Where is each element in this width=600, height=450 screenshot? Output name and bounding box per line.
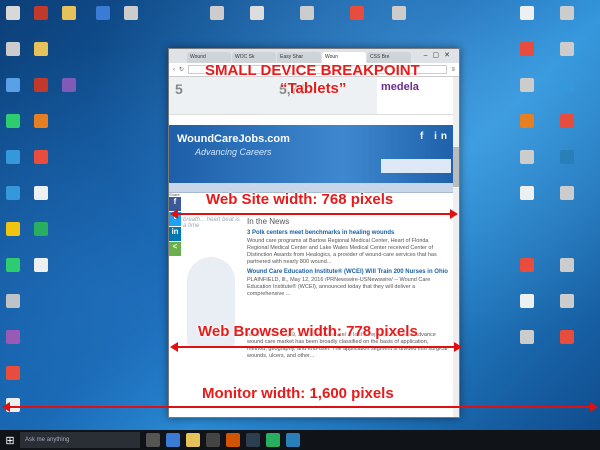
desktop-icon[interactable]: [210, 6, 224, 20]
desktop-icon[interactable]: [6, 294, 20, 308]
news-item-title[interactable]: Wound Care Education Institute® (WCEI) W…: [247, 269, 449, 275]
monitor-width-arrow: [2, 402, 598, 412]
desktop-icon[interactable]: [6, 114, 20, 128]
desktop-icon[interactable]: [392, 6, 406, 20]
desktop-icon[interactable]: [520, 294, 534, 308]
social-icons[interactable]: f in: [420, 131, 451, 142]
breakpoint-subtitle: “Tablets”: [280, 80, 347, 97]
desktop-icon[interactable]: [124, 6, 138, 20]
page-scrollbar[interactable]: [453, 77, 459, 417]
browser-width-arrow: [170, 342, 462, 352]
stat-value: 5: [175, 81, 183, 97]
scrollbar-thumb[interactable]: [453, 147, 459, 187]
news-item-title[interactable]: 3 Polk centers meet benchmarks in healin…: [247, 230, 449, 236]
desktop-icon[interactable]: [34, 150, 48, 164]
monitor-width-label: Monitor width: 1,600 pixels: [202, 385, 394, 402]
desktop-icon[interactable]: [34, 258, 48, 272]
menu-icon[interactable]: ≡: [451, 67, 455, 73]
refresh-icon[interactable]: ↻: [179, 66, 184, 73]
desktop-icon[interactable]: [6, 42, 20, 56]
desktop-icon[interactable]: [560, 150, 574, 164]
desktop-icon[interactable]: [34, 222, 48, 236]
site-banner: WoundCareJobs.com Advancing Careers f in: [169, 125, 459, 183]
desktop-icon[interactable]: [250, 6, 264, 20]
newsletter-button[interactable]: [381, 159, 451, 173]
desktop-icon[interactable]: [520, 258, 534, 272]
site-logo[interactable]: WoundCareJobs.com: [177, 133, 290, 145]
desktop-icon[interactable]: [560, 78, 574, 92]
desktop-icon[interactable]: [6, 78, 20, 92]
taskbar-app-icon[interactable]: [226, 433, 240, 447]
desktop-icon[interactable]: [300, 6, 314, 20]
windows-start-icon[interactable]: ⊞: [0, 430, 20, 450]
taskbar-app-icon[interactable]: [286, 433, 300, 447]
desktop-icon[interactable]: [560, 42, 574, 56]
desktop-icon[interactable]: [520, 150, 534, 164]
desktop-icon[interactable]: [6, 366, 20, 380]
desktop-icon[interactable]: [96, 6, 110, 20]
promo-text: breath... heart beat is a time: [183, 217, 240, 229]
desktop-icon[interactable]: [560, 330, 574, 344]
desktop-icon[interactable]: [6, 330, 20, 344]
desktop-icon[interactable]: [560, 294, 574, 308]
desktop-icon[interactable]: [62, 6, 76, 20]
linkedin-share-icon[interactable]: in: [169, 227, 181, 241]
taskbar-app-icon[interactable]: [246, 433, 260, 447]
web-page: 5 5,76 medela WoundCareJobs.com Advancin…: [169, 77, 459, 417]
news-item-body: PLAINFIELD, Ill., May 12, 2016 /PRNewswi…: [247, 277, 431, 297]
tab-strip: Wound WOC Sk Easy Shar Woun CSS Bre –▢✕: [169, 49, 459, 63]
website-width-arrow: [170, 209, 458, 219]
share-bar: Share f t in <: [169, 192, 181, 257]
desktop-icon[interactable]: [34, 6, 48, 20]
desktop-icon[interactable]: [520, 6, 534, 20]
desktop-icon[interactable]: [34, 186, 48, 200]
desktop-icon[interactable]: [560, 6, 574, 20]
desktop-icon[interactable]: [520, 78, 534, 92]
taskbar-search[interactable]: Ask me anything: [20, 432, 140, 448]
taskbar: ⊞ Ask me anything: [0, 430, 600, 450]
desktop-icon[interactable]: [560, 114, 574, 128]
news-item-body: Wound care programs at Bartow Regional M…: [247, 238, 437, 265]
browser-window: Wound WOC Sk Easy Shar Woun CSS Bre –▢✕ …: [168, 48, 460, 418]
task-view-icon[interactable]: [146, 433, 160, 447]
desktop-icon[interactable]: [6, 186, 20, 200]
desktop-icon[interactable]: [34, 78, 48, 92]
website-width-label: Web Site width: 768 pixels: [206, 191, 394, 208]
desktop-icon[interactable]: [6, 150, 20, 164]
desktop-icon[interactable]: [560, 186, 574, 200]
news-heading: In the News: [247, 217, 290, 226]
desktop-icon[interactable]: [6, 6, 20, 20]
site-tagline: Advancing Careers: [195, 147, 272, 157]
desktop-icon[interactable]: [62, 78, 76, 92]
taskbar-app-icon[interactable]: [186, 433, 200, 447]
back-icon[interactable]: ‹: [173, 67, 175, 73]
taskbar-app-icon[interactable]: [266, 433, 280, 447]
desktop-icon[interactable]: [34, 114, 48, 128]
desktop-icon[interactable]: [520, 114, 534, 128]
desktop-icon[interactable]: [6, 258, 20, 272]
desktop-icon[interactable]: [34, 42, 48, 56]
taskbar-app-icon[interactable]: [206, 433, 220, 447]
desktop-icon[interactable]: [350, 6, 364, 20]
taskbar-app-icon[interactable]: [166, 433, 180, 447]
window-controls[interactable]: –▢✕: [424, 51, 455, 59]
browser-width-label: Web Browser width: 778 pixels: [198, 323, 418, 340]
desktop-icon[interactable]: [520, 330, 534, 344]
share-icon[interactable]: <: [169, 242, 181, 256]
sponsor-ad[interactable]: medela: [377, 77, 459, 114]
desktop-icon[interactable]: [520, 186, 534, 200]
desktop-icon[interactable]: [560, 258, 574, 272]
desktop-icon[interactable]: [6, 222, 20, 236]
breakpoint-title: SMALL DEVICE BREAKPOINT: [205, 62, 420, 79]
desktop-icon[interactable]: [520, 42, 534, 56]
